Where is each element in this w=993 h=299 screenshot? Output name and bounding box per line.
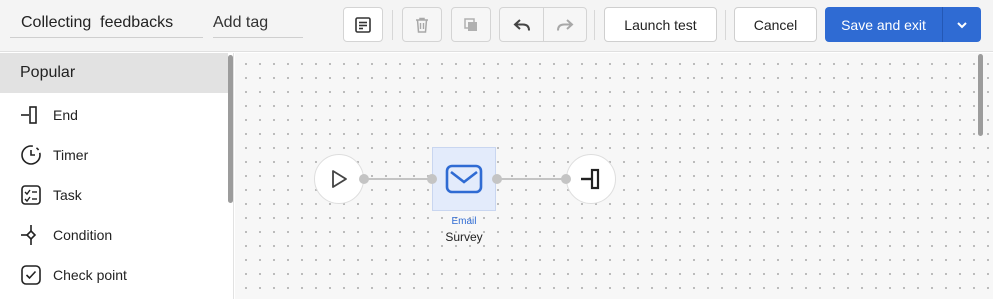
flow-edge <box>497 178 567 180</box>
palette-item-label: End <box>53 107 78 123</box>
launch-test-button[interactable]: Launch test <box>604 7 717 42</box>
node-title: Survey <box>445 230 483 244</box>
end-icon <box>581 168 600 190</box>
redo-icon <box>557 18 574 31</box>
palette-item-condition[interactable]: Condition <box>0 215 226 255</box>
connector-handle[interactable] <box>561 174 571 184</box>
connector-handle[interactable] <box>492 174 502 184</box>
save-options-dropdown[interactable] <box>943 7 981 42</box>
palette-section-title: Popular <box>0 53 228 93</box>
palette-item-label: Condition <box>53 227 113 243</box>
palette-item-end[interactable]: End <box>0 95 226 135</box>
palette-item-checkpoint[interactable]: Check point <box>0 255 226 295</box>
sidebar-scrollbar[interactable] <box>228 55 233 203</box>
toolbar-divider <box>725 10 726 40</box>
duplicate-button[interactable] <box>451 7 491 42</box>
flow-edge <box>366 178 432 180</box>
save-split-button: Save and exit <box>825 7 981 42</box>
undo-button[interactable] <box>500 8 543 41</box>
checkpoint-icon <box>20 264 42 286</box>
node-palette-sidebar: Popular End Timer Task Condition Check p… <box>0 53 234 299</box>
palette-item-label: Check point <box>53 267 127 283</box>
palette-item-task[interactable]: Task <box>0 175 226 215</box>
add-tag-input[interactable] <box>213 8 303 38</box>
timer-icon <box>20 144 42 166</box>
cancel-button[interactable]: Cancel <box>734 7 817 42</box>
canvas-scrollbar[interactable] <box>978 54 983 136</box>
palette-item-label: Task <box>53 187 82 203</box>
toolbar-divider <box>594 10 595 40</box>
play-icon <box>332 170 347 188</box>
notes-icon <box>355 16 371 33</box>
email-node[interactable] <box>432 147 496 211</box>
toolbar-divider <box>392 10 393 40</box>
node-type-label: Email <box>451 216 477 227</box>
chevron-down-icon <box>957 21 967 28</box>
redo-button[interactable] <box>543 8 586 41</box>
undo-icon <box>513 18 530 31</box>
connector-handle[interactable] <box>427 174 437 184</box>
notes-button[interactable] <box>343 7 383 42</box>
end-node[interactable] <box>566 154 616 204</box>
end-icon <box>20 104 42 126</box>
palette-item-label: Timer <box>53 147 89 163</box>
connector-handle[interactable] <box>359 174 369 184</box>
undo-redo-group <box>499 7 587 42</box>
start-node[interactable] <box>314 154 364 204</box>
save-and-exit-button[interactable]: Save and exit <box>825 7 943 42</box>
condition-icon <box>20 224 42 246</box>
top-toolbar: Launch test Cancel Save and exit <box>0 0 993 52</box>
copy-icon <box>464 17 477 31</box>
trash-icon <box>416 17 428 33</box>
envelope-icon <box>445 164 483 194</box>
palette-item-timer[interactable]: Timer <box>0 135 226 175</box>
task-icon <box>20 184 42 206</box>
delete-button[interactable] <box>402 7 442 42</box>
workflow-title-input[interactable] <box>10 8 203 38</box>
